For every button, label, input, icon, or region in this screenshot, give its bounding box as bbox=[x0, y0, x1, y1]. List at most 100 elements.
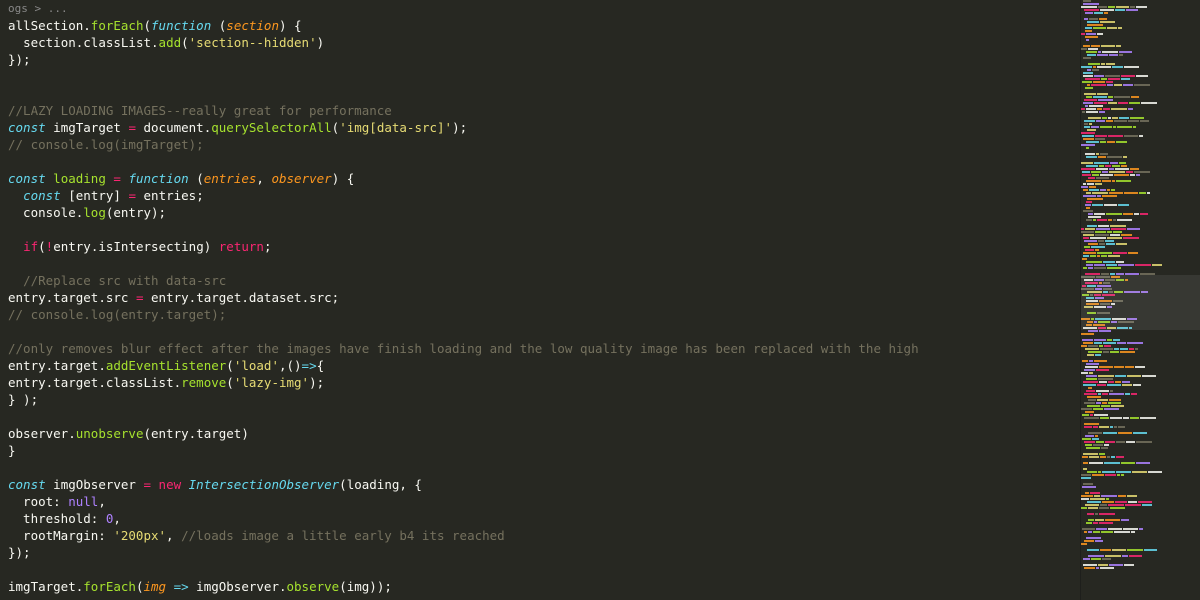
code-line[interactable] bbox=[8, 323, 1072, 340]
code-line[interactable]: } bbox=[8, 442, 1072, 459]
minimap-line bbox=[1081, 447, 1200, 449]
code-line[interactable]: threshold: 0, bbox=[8, 510, 1072, 527]
code-line[interactable]: }); bbox=[8, 544, 1072, 561]
minimap-line bbox=[1081, 417, 1200, 419]
code-line[interactable] bbox=[8, 85, 1072, 102]
code-line[interactable]: rootMargin: '200px', //loads image a lit… bbox=[8, 527, 1072, 544]
code-line[interactable]: const loading = function (entries, obser… bbox=[8, 170, 1072, 187]
code-token: // console.log(entry.target); bbox=[8, 307, 226, 322]
code-token: root: bbox=[8, 494, 68, 509]
code-token: ,() bbox=[279, 358, 302, 373]
code-line[interactable]: if(!entry.isIntersecting) return; bbox=[8, 238, 1072, 255]
code-token: return bbox=[219, 239, 264, 254]
code-line[interactable]: } ); bbox=[8, 391, 1072, 408]
code-line[interactable]: imgTarget.forEach(img => imgObserver.obs… bbox=[8, 578, 1072, 595]
minimap-line bbox=[1081, 363, 1200, 365]
minimap-line bbox=[1081, 12, 1200, 14]
code-line[interactable]: entry.target.src = entry.target.dataset.… bbox=[8, 289, 1072, 306]
code-line[interactable]: const imgObserver = new IntersectionObse… bbox=[8, 476, 1072, 493]
code-line[interactable] bbox=[8, 221, 1072, 238]
code-token: //only removes blur effect after the ima… bbox=[8, 341, 919, 356]
code-line[interactable]: allSection.forEach(function (section) { bbox=[8, 17, 1072, 34]
code-line[interactable]: observer.unobserve(entry.target) bbox=[8, 425, 1072, 442]
code-line[interactable]: entry.target.classList.remove('lazy-img'… bbox=[8, 374, 1072, 391]
code-line[interactable] bbox=[8, 561, 1072, 578]
code-line[interactable] bbox=[8, 595, 1072, 600]
code-token: . bbox=[83, 18, 91, 33]
code-token: . bbox=[98, 375, 106, 390]
code-token: null bbox=[68, 494, 98, 509]
code-line[interactable]: const imgTarget = document.querySelector… bbox=[8, 119, 1072, 136]
code-token: => bbox=[302, 358, 317, 373]
minimap-line bbox=[1081, 48, 1200, 50]
minimap-line bbox=[1081, 552, 1200, 554]
code-token: // console.log(imgTarget); bbox=[8, 137, 204, 152]
code-token: { bbox=[317, 358, 325, 373]
code-line[interactable] bbox=[8, 68, 1072, 85]
code-line[interactable]: entry.target.addEventListener('load',()=… bbox=[8, 357, 1072, 374]
minimap-line bbox=[1081, 90, 1200, 92]
minimap-line bbox=[1081, 165, 1200, 167]
minimap-line bbox=[1081, 474, 1200, 476]
minimap-line bbox=[1081, 498, 1200, 500]
code-line[interactable]: section.classList.add('section--hidden') bbox=[8, 34, 1072, 51]
minimap-line bbox=[1081, 471, 1200, 473]
code-line[interactable]: const [entry] = entries; bbox=[8, 187, 1072, 204]
minimap-line bbox=[1081, 540, 1200, 542]
minimap-line bbox=[1081, 561, 1200, 563]
code-token: observer bbox=[8, 426, 68, 441]
code-line[interactable] bbox=[8, 459, 1072, 476]
code-line[interactable]: // console.log(imgTarget); bbox=[8, 136, 1072, 153]
code-line[interactable]: //only removes blur effect after the ima… bbox=[8, 340, 1072, 357]
code-line[interactable]: console.log(entry); bbox=[8, 204, 1072, 221]
minimap-viewport[interactable] bbox=[1081, 275, 1200, 330]
minimap-line bbox=[1081, 27, 1200, 29]
breadcrumb[interactable]: ogs > ... bbox=[8, 0, 1072, 17]
code-token: imgTarget bbox=[8, 579, 76, 594]
minimap-line bbox=[1081, 126, 1200, 128]
code-token: //LAZY LOADING IMAGES--really great for … bbox=[8, 103, 392, 118]
minimap-line bbox=[1081, 174, 1200, 176]
code-line[interactable] bbox=[8, 153, 1072, 170]
code-token: new bbox=[159, 477, 182, 492]
code-token: entry bbox=[76, 188, 114, 203]
minimap-line bbox=[1081, 336, 1200, 338]
minimap-line bbox=[1081, 453, 1200, 455]
code-token: => bbox=[174, 579, 189, 594]
minimap[interactable] bbox=[1080, 0, 1200, 600]
code-line[interactable]: //LAZY LOADING IMAGES--really great for … bbox=[8, 102, 1072, 119]
minimap-line bbox=[1081, 189, 1200, 191]
minimap-line bbox=[1081, 444, 1200, 446]
minimap-line bbox=[1081, 528, 1200, 530]
code-line[interactable]: //Replace src with data-src bbox=[8, 272, 1072, 289]
minimap-line bbox=[1081, 504, 1200, 506]
code-token: '200px' bbox=[113, 528, 166, 543]
code-area[interactable]: allSection.forEach(function (section) { … bbox=[8, 17, 1072, 600]
code-token: } bbox=[8, 443, 16, 458]
minimap-line bbox=[1081, 186, 1200, 188]
code-line[interactable] bbox=[8, 408, 1072, 425]
code-token: target bbox=[196, 290, 241, 305]
code-editor[interactable]: ogs > ... allSection.forEach(function (s… bbox=[0, 0, 1080, 600]
code-line[interactable]: // console.log(entry.target); bbox=[8, 306, 1072, 323]
minimap-line bbox=[1081, 60, 1200, 62]
code-line[interactable] bbox=[8, 255, 1072, 272]
minimap-line bbox=[1081, 78, 1200, 80]
minimap-line bbox=[1081, 24, 1200, 26]
code-token: imgObserver bbox=[46, 477, 144, 492]
minimap-line bbox=[1081, 513, 1200, 515]
code-token: ; bbox=[264, 239, 272, 254]
minimap-line bbox=[1081, 543, 1200, 545]
minimap-line bbox=[1081, 18, 1200, 20]
code-line[interactable]: root: null, bbox=[8, 493, 1072, 510]
minimap-line bbox=[1081, 555, 1200, 557]
minimap-line bbox=[1081, 489, 1200, 491]
minimap-line bbox=[1081, 255, 1200, 257]
minimap-line bbox=[1081, 0, 1200, 2]
minimap-line bbox=[1081, 117, 1200, 119]
code-line[interactable]: }); bbox=[8, 51, 1072, 68]
minimap-line bbox=[1081, 75, 1200, 77]
minimap-line bbox=[1081, 390, 1200, 392]
minimap-line bbox=[1081, 243, 1200, 245]
minimap-line bbox=[1081, 249, 1200, 251]
